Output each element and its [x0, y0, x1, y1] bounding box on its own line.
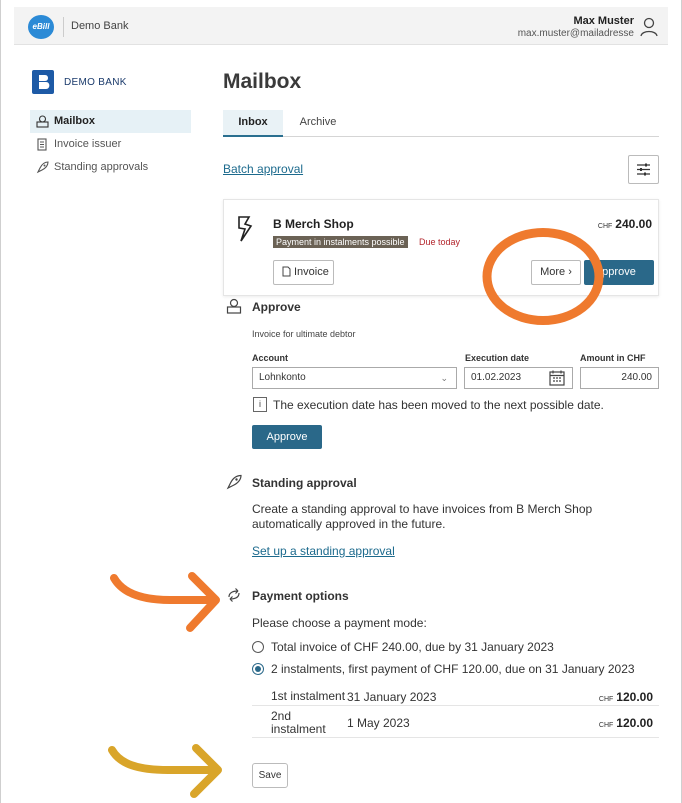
payment-options-title: Payment options [252, 589, 349, 603]
orange-arrow-annotation [110, 572, 220, 632]
tab-bar: Inbox Archive [223, 110, 659, 137]
mailbox-icon [36, 115, 49, 128]
instalment-table: 1st instalment 31 January 2023 CHF 120.00… [252, 684, 659, 738]
rocket-icon [36, 161, 49, 174]
sidebar-item-standing-approvals[interactable]: Standing approvals [30, 156, 191, 179]
approve-section-title: Approve [252, 300, 301, 314]
instalment-amount: CHF 120.00 [599, 690, 653, 704]
document-icon [282, 266, 291, 277]
sidebar-item-mailbox[interactable]: Mailbox [30, 110, 191, 133]
calendar-icon[interactable] [547, 369, 567, 387]
instalment-badge: Payment in instalments possible [273, 236, 408, 248]
bank-logo-text: DEMO BANK [64, 77, 127, 88]
sidebar-item-invoice-issuer[interactable]: Invoice issuer [30, 133, 191, 156]
rocket-icon [226, 474, 242, 490]
instalment-date: 1 May 2023 [347, 716, 410, 730]
amount-input[interactable]: 240.00 [580, 367, 659, 389]
execution-date-label: Execution date [465, 353, 530, 363]
tab-inbox[interactable]: Inbox [223, 110, 283, 137]
execution-date-info: The execution date has been moved to the… [273, 398, 604, 412]
radio-instalments[interactable] [252, 663, 264, 675]
radio-total-invoice[interactable] [252, 641, 264, 653]
user-icon[interactable] [640, 17, 658, 37]
page-title: Mailbox [223, 70, 302, 93]
orange-circle-annotation [482, 228, 604, 325]
approve-icon [226, 298, 242, 314]
yellow-arrow-annotation [108, 744, 222, 798]
account-select-value: Lohnkonto [259, 372, 306, 383]
info-icon: i [253, 397, 267, 412]
instalment-label: 2nd instalment [271, 709, 326, 736]
instalment-amount: CHF 120.00 [599, 716, 653, 730]
currency-label: CHF [598, 722, 614, 729]
save-button[interactable]: Save [252, 763, 288, 788]
approve-button[interactable]: Approve [252, 425, 322, 449]
filter-button[interactable] [628, 155, 659, 184]
merchant-name: B Merch Shop [273, 217, 354, 231]
radio-instalments-label[interactable]: 2 instalments, first payment of CHF 120.… [271, 662, 635, 676]
filter-sliders-icon [637, 163, 650, 176]
user-name: Max Muster [573, 15, 634, 27]
standing-approval-description: Create a standing approval to have invoi… [252, 502, 593, 531]
invoice-button[interactable]: Invoice [273, 260, 334, 285]
instalment-label: 1st instalment [271, 689, 346, 703]
account-select[interactable]: Lohnkonto ⌄ [252, 367, 457, 389]
radio-total-invoice-label[interactable]: Total invoice of CHF 240.00, due by 31 J… [271, 640, 554, 654]
ultimate-debtor-note: Invoice for ultimate debtor [252, 329, 356, 339]
sidebar-item-label: Invoice issuer [54, 138, 122, 150]
tab-archive[interactable]: Archive [286, 110, 350, 137]
setup-standing-approval-link[interactable]: Set up a standing approval [252, 544, 395, 558]
table-row: 2nd instalment 1 May 2023 CHF 120.00 [252, 706, 659, 738]
table-row: 1st instalment 31 January 2023 CHF 120.00 [252, 684, 659, 706]
bank-name: Demo Bank [71, 20, 129, 32]
document-icon [37, 138, 47, 151]
topbar-divider [63, 17, 64, 37]
sidebar-item-label: Standing approvals [54, 161, 149, 173]
invoice-amount: CHF 240.00 [598, 217, 652, 231]
exchange-icon [228, 588, 240, 602]
top-bar: eBill Demo Bank Max Muster max.muster@ma… [14, 7, 668, 45]
bank-logo-icon [32, 70, 54, 94]
standing-approval-title: Standing approval [252, 476, 357, 490]
amount-value: 120.00 [616, 716, 653, 730]
chevron-down-icon: ⌄ [440, 373, 448, 383]
merchant-logo-icon [238, 216, 253, 242]
due-status: Due today [419, 237, 461, 247]
instalment-date: 31 January 2023 [347, 690, 437, 704]
account-label: Account [252, 353, 288, 363]
currency-label: CHF [598, 696, 614, 703]
batch-approval-link[interactable]: Batch approval [223, 162, 303, 176]
sidebar-item-label: Mailbox [54, 115, 95, 127]
amount-value: 240.00 [615, 217, 652, 231]
invoice-button-label: Invoice [294, 266, 329, 278]
ebill-logo[interactable]: eBill [28, 15, 54, 39]
payment-mode-prompt: Please choose a payment mode: [252, 616, 427, 630]
amount-value: 120.00 [616, 690, 653, 704]
user-email: max.muster@mailadresse [517, 28, 634, 39]
amount-label: Amount in CHF [580, 353, 646, 363]
